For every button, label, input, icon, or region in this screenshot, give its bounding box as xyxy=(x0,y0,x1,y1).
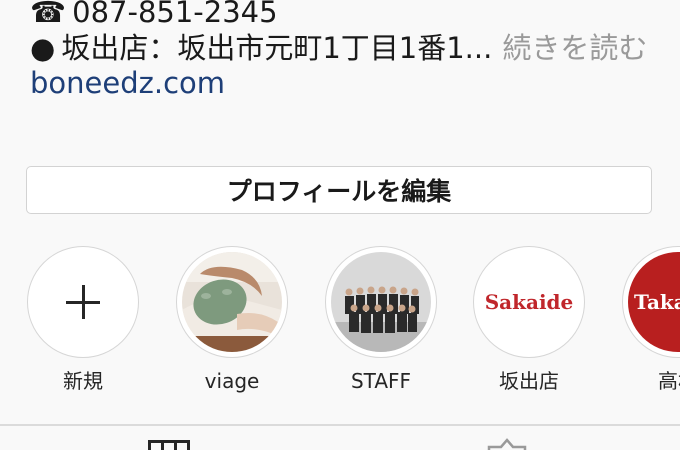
read-more-link[interactable]: 続きを読む xyxy=(502,31,647,65)
highlight-sakaide[interactable]: Sakaide 坂出店 xyxy=(471,246,587,393)
highlight-cover[interactable] xyxy=(325,246,437,358)
highlight-cover[interactable]: Sakaide xyxy=(473,246,585,358)
tagged-tab-icon[interactable] xyxy=(487,438,527,450)
highlight-label: viage xyxy=(204,369,260,393)
edit-profile-button[interactable]: プロフィールを編集 xyxy=(26,166,652,214)
tab-bar-divider xyxy=(0,424,680,426)
highlight-label: 新規 xyxy=(63,369,103,393)
highlight-label: 坂出店 xyxy=(499,369,559,393)
bullet-icon: ● xyxy=(30,31,56,65)
highlight-label: 高松 xyxy=(658,369,680,393)
highlight-staff[interactable]: STAFF xyxy=(323,246,439,393)
phone-number[interactable]: 087-851-2345 xyxy=(72,0,277,29)
sakaide-logo: Sakaide xyxy=(479,252,579,352)
takamatsu-logo: Takan xyxy=(628,252,680,352)
plus-icon xyxy=(66,285,100,319)
takamatsu-logo-text: Takan xyxy=(634,290,680,314)
highlight-takamatsu[interactable]: Takan 高松 xyxy=(620,246,680,393)
staff-group-photo xyxy=(331,252,431,352)
sakaide-logo-text: Sakaide xyxy=(484,290,574,314)
bio-phone-line[interactable]: ☎ 087-851-2345 xyxy=(30,0,278,29)
new-highlight-circle[interactable] xyxy=(27,246,139,358)
bio-address-line: ● 坂出店：坂出市元町1丁目1番1... 続きを読む xyxy=(30,31,647,65)
viage-cover-image xyxy=(182,252,282,352)
profile-page: ☎ 087-851-2345 ● 坂出店：坂出市元町1丁目1番1... 続きを読む b… xyxy=(0,0,680,450)
highlight-cover[interactable] xyxy=(176,246,288,358)
phone-icon: ☎ xyxy=(30,0,67,29)
highlight-label: STAFF xyxy=(350,369,412,393)
highlight-new[interactable]: 新規 xyxy=(25,246,141,393)
highlight-viage[interactable]: viage xyxy=(174,246,290,393)
highlight-cover[interactable]: Takan xyxy=(622,246,680,358)
website-link[interactable]: boneedz.com xyxy=(30,66,225,100)
grid-tab-icon[interactable] xyxy=(148,440,190,450)
address-text: 坂出店：坂出市元町1丁目1番1... xyxy=(61,31,493,65)
